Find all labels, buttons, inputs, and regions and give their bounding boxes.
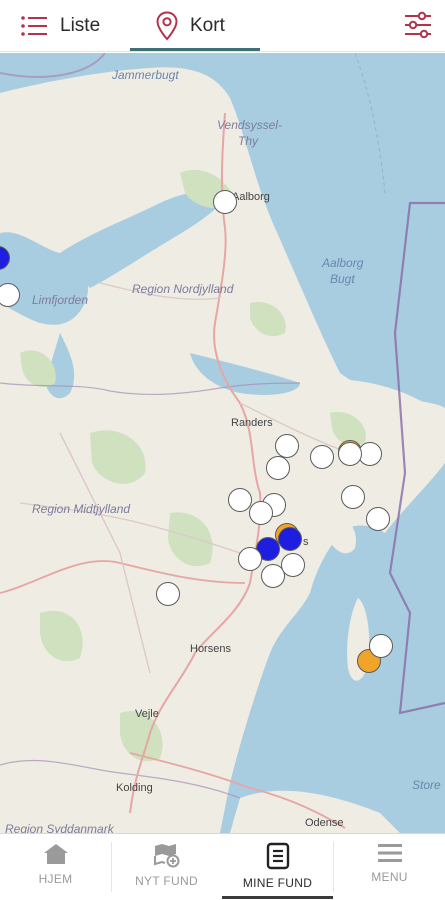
tab-list-label: Liste [60, 15, 101, 36]
find-marker-white[interactable] [156, 582, 180, 606]
sea-label-aalborg: Aalborg [322, 256, 364, 270]
bottom-navigation: HJEM NYT FUND MINE FUND MENU [0, 833, 445, 900]
new-find-icon [153, 844, 179, 868]
active-tab-underline [130, 48, 260, 51]
region-label-thy: Thy [238, 134, 259, 148]
region-label-nordjylland: Region Nordjylland [132, 282, 234, 296]
city-label-kolding: Kolding [116, 782, 153, 794]
find-marker-white[interactable] [281, 553, 305, 577]
map-view[interactable]: Jammerbugt Vendsyssel- Thy Aalborg Aalbo… [0, 53, 445, 833]
map-base [0, 53, 445, 833]
nav-my-finds-label: MINE FUND [242, 876, 313, 890]
find-marker-white[interactable] [369, 634, 393, 658]
tab-list[interactable]: Liste [20, 0, 130, 52]
filter-sliders-icon [405, 11, 431, 39]
tab-map-label: Kort [190, 15, 225, 36]
city-label-aarhus: s [303, 536, 309, 548]
find-marker-white[interactable] [341, 485, 365, 509]
find-marker-white[interactable] [266, 456, 290, 480]
nav-my-finds[interactable]: MINE FUND [222, 834, 333, 900]
nav-home[interactable]: HJEM [0, 834, 111, 900]
city-label-aalborg: Aalborg [232, 191, 270, 203]
nav-new-find-label: NYT FUND [135, 874, 198, 888]
tab-map[interactable]: Kort [130, 0, 260, 52]
find-marker-white[interactable] [238, 547, 262, 571]
city-label-odense: Odense [305, 817, 344, 829]
nav-new-find[interactable]: NYT FUND [111, 834, 222, 900]
find-marker-white[interactable] [310, 445, 334, 469]
city-label-randers: Randers [231, 417, 273, 429]
find-marker-white[interactable] [275, 434, 299, 458]
region-label-midtjylland: Region Midtjylland [32, 502, 131, 516]
find-marker-white[interactable] [249, 501, 273, 525]
list-icon [21, 16, 47, 36]
sea-label-jammerbugt: Jammerbugt [112, 68, 179, 82]
find-marker-white[interactable] [213, 190, 237, 214]
top-bar: Liste Kort [0, 0, 445, 52]
region-label-limfjorden: Limfjorden [32, 293, 89, 307]
find-marker-white[interactable] [366, 507, 390, 531]
find-marker-white[interactable] [228, 488, 252, 512]
document-list-icon [266, 842, 289, 870]
find-marker-white[interactable] [338, 442, 362, 466]
sea-label-storebaelt: Store [412, 778, 441, 792]
map-pin-icon [156, 11, 178, 41]
region-label-vendsyssel: Vendsyssel- [217, 118, 282, 132]
filter-button[interactable] [403, 10, 433, 40]
find-marker-blue[interactable] [278, 527, 302, 551]
region-label-syddanmark: Region Syddanmark [5, 822, 114, 833]
nav-menu[interactable]: MENU [334, 834, 445, 900]
city-label-vejle: Vejle [135, 708, 159, 720]
city-label-horsens: Horsens [190, 643, 231, 655]
hamburger-menu-icon [377, 844, 402, 862]
nav-home-label: HJEM [38, 872, 73, 886]
sea-label-bugt: Bugt [330, 272, 355, 286]
active-nav-underline [222, 896, 333, 899]
home-icon [43, 844, 68, 864]
nav-menu-label: MENU [371, 870, 408, 884]
